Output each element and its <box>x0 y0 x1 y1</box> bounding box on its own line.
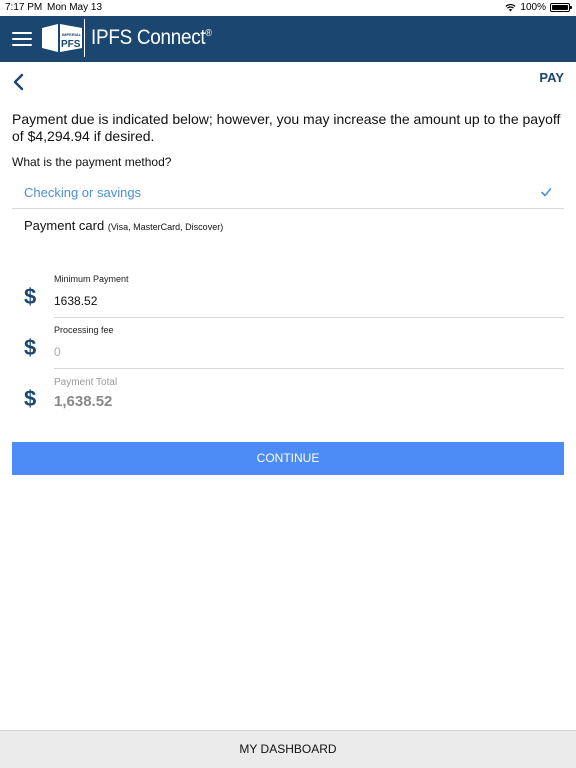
svg-text:IMPERIAL: IMPERIAL <box>62 32 82 37</box>
payment-intro-text: Payment due is indicated below; however,… <box>12 111 561 144</box>
processing-fee-field[interactable]: Processing fee 0 <box>54 319 564 369</box>
method-label: Payment card (Visa, MasterCard, Discover… <box>24 218 224 233</box>
dollar-icon: $ <box>24 386 37 411</box>
back-chevron-icon[interactable] <box>10 72 28 92</box>
minimum-payment-field[interactable]: Minimum Payment 1638.52 <box>54 268 564 318</box>
wifi-icon <box>505 4 517 12</box>
svg-text:PFS: PFS <box>61 39 81 50</box>
status-bar: 7:17 PM Mon May 13 100% <box>0 0 576 16</box>
dollar-icon: $ <box>24 335 37 360</box>
payment-total-field: Payment Total 1,638.52 <box>54 370 564 420</box>
field-label: Minimum Payment <box>54 274 129 284</box>
brand-title: IPFS Connect® <box>91 26 212 49</box>
battery-percent: 100% <box>520 2 546 13</box>
dollar-icon: $ <box>24 284 37 309</box>
checkmark-icon <box>541 188 552 197</box>
minimum-payment-input[interactable]: 1638.52 <box>54 294 97 308</box>
minimum-payment-row: $ Minimum Payment 1638.52 <box>12 268 564 318</box>
field-label: Processing fee <box>54 325 114 335</box>
status-time: 7:17 PM <box>5 2 43 13</box>
app-header: IMPERIAL PFS IPFS Connect® <box>0 16 576 62</box>
method-payment-card[interactable]: Payment card (Visa, MasterCard, Discover… <box>12 210 564 242</box>
method-label: Checking or savings <box>24 185 142 200</box>
payment-total-value: 1,638.52 <box>54 393 113 410</box>
field-label: Payment Total <box>54 377 118 388</box>
battery-icon <box>550 3 572 12</box>
payment-method-question: What is the payment method? <box>12 155 172 169</box>
menu-icon[interactable] <box>12 32 32 46</box>
method-sub-label: (Visa, MasterCard, Discover) <box>107 222 224 232</box>
pay-title: PAY <box>539 70 564 85</box>
logo-divider <box>84 19 85 57</box>
pfs-logo: IMPERIAL PFS <box>42 24 82 52</box>
my-dashboard-button[interactable]: MY DASHBOARD <box>0 730 576 768</box>
nav-bar: PAY <box>0 62 576 102</box>
status-right: 100% <box>505 2 572 13</box>
status-date: Mon May 13 <box>47 2 103 13</box>
method-checking-savings[interactable]: Checking or savings <box>12 177 564 209</box>
processing-fee-row: $ Processing fee 0 <box>12 319 564 369</box>
processing-fee-input[interactable]: 0 <box>54 345 61 359</box>
payment-total-row: $ Payment Total 1,638.52 <box>12 370 564 420</box>
continue-button[interactable]: CONTINUE <box>12 442 564 475</box>
